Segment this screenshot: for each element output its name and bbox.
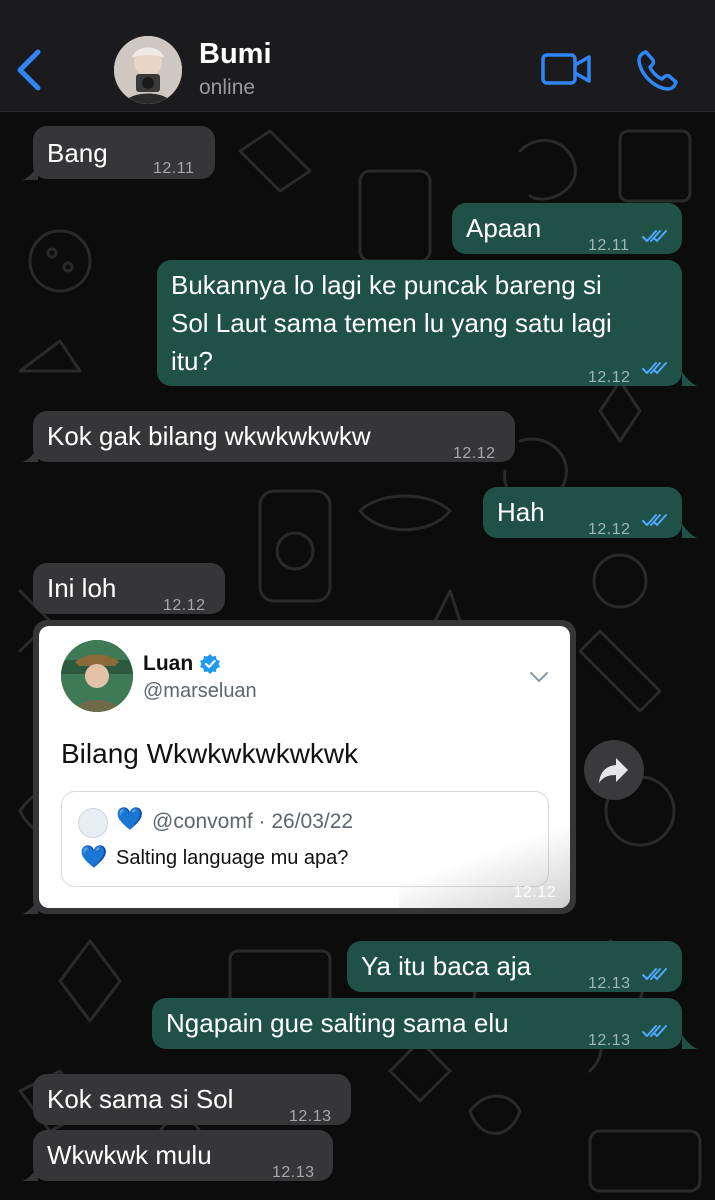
tweet-card: Luan @marseluan Bilang Wkwkwkwkwkwk 💙 @c… (39, 626, 570, 908)
message-text: Kok sama si Sol (47, 1084, 234, 1114)
bubble-tail (22, 900, 38, 914)
message-text: Ya itu baca aja (361, 951, 532, 981)
message-text: Hah (497, 497, 545, 527)
read-receipt-icon (642, 514, 667, 526)
forward-arrow-icon[interactable] (584, 740, 644, 800)
quoted-author-handle: @convomf · 26/03/22 (152, 810, 354, 833)
tweet-text: Bilang Wkwkwkwkwkwk (61, 738, 359, 769)
message-text: Wkwkwk mulu (47, 1140, 212, 1170)
message-time: 12.13 (272, 1164, 315, 1181)
message-time: 12.12 (513, 884, 556, 901)
read-receipt-icon (642, 968, 667, 980)
read-receipt-icon (642, 230, 667, 242)
read-receipt-icon (642, 1025, 667, 1037)
bubble-tail (682, 1035, 698, 1049)
incoming-message[interactable]: Kok sama si Sol 12.13 (33, 1074, 351, 1125)
contact-name[interactable]: Bumi (199, 38, 272, 71)
outgoing-message[interactable]: Ngapain gue salting sama elu 12.13 (152, 998, 682, 1049)
blue-heart-icon: 💙 (116, 806, 144, 831)
outgoing-message[interactable]: Hah 12.12 (483, 487, 682, 538)
contact-status: online (199, 76, 256, 99)
message-text: Ini loh (47, 573, 117, 603)
blue-heart-icon: 💙 (80, 844, 108, 869)
message-time: 12.11 (153, 160, 195, 177)
video-camera-icon[interactable] (540, 50, 592, 88)
bubble-tail (682, 524, 698, 538)
bubble-tail (682, 372, 698, 386)
image-message[interactable]: Luan @marseluan Bilang Wkwkwkwkwkwk 💙 @c… (33, 620, 576, 914)
chat-header: Bumi online (0, 0, 715, 112)
message-text: Ngapain gue salting sama elu (166, 1008, 509, 1038)
tweet-author-handle: @marseluan (143, 680, 257, 702)
incoming-message[interactable]: Kok gak bilang wkwkwkwkw 12.12 (33, 411, 515, 462)
tweet-author-name: Luan (143, 652, 194, 675)
incoming-message[interactable]: Bang 12.11 (33, 126, 215, 179)
phone-icon[interactable] (636, 48, 680, 92)
quoted-author-avatar (78, 808, 108, 838)
bubble-tail (22, 1167, 38, 1181)
bubble-tail (22, 166, 38, 180)
message-time: 12.13 (588, 1032, 631, 1049)
tweet-author-avatar (61, 640, 133, 712)
chevron-left-icon[interactable] (14, 48, 44, 92)
message-text: Bang (47, 138, 108, 168)
message-text: Kok gak bilang wkwkwkwkw (47, 421, 371, 451)
message-time: 12.12 (453, 445, 496, 462)
message-text: Bukannya lo lagi ke puncak bareng si (171, 270, 602, 300)
incoming-message[interactable]: Wkwkwk mulu 12.13 (33, 1130, 333, 1181)
message-time: 12.12 (588, 521, 631, 538)
incoming-message[interactable]: Ini loh 12.12 (33, 563, 225, 614)
verified-badge-icon (200, 654, 220, 674)
read-receipt-icon (642, 362, 667, 374)
message-text: Apaan (466, 213, 542, 243)
message-text: itu? (171, 346, 213, 376)
chevron-down-icon (530, 672, 548, 683)
contact-avatar[interactable] (114, 36, 182, 104)
outgoing-message[interactable]: Bukannya lo lagi ke puncak bareng si Sol… (157, 260, 682, 386)
outgoing-message[interactable]: Apaan 12.11 (452, 203, 682, 254)
outgoing-message[interactable]: Ya itu baca aja 12.13 (347, 941, 682, 992)
quoted-tweet-text: Salting language mu apa? (116, 847, 349, 869)
message-time: 12.12 (588, 369, 631, 386)
bubble-tail (22, 448, 38, 462)
message-text: Sol Laut sama temen lu yang satu lagi (171, 308, 612, 338)
